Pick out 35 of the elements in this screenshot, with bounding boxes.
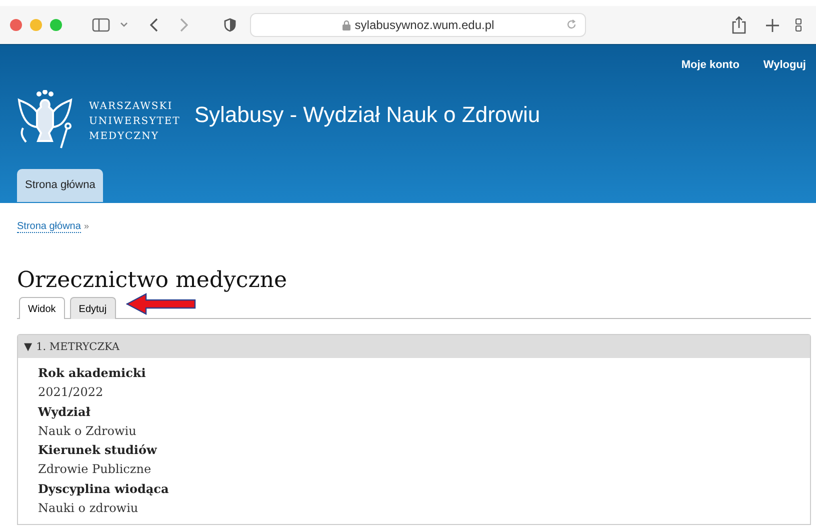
tab-overview-icon[interactable] [795, 18, 803, 32]
user-menu-link[interactable]: Wyloguj [763, 59, 806, 75]
field-label: Dyscyplina wiodąca [38, 480, 170, 498]
url-text: sylabusywnoz.wum.edu.pl [354, 18, 494, 32]
field-value: 2021/2022 [38, 384, 104, 402]
share-icon[interactable] [732, 16, 746, 34]
arrow-annotation [126, 293, 196, 315]
field-value: Nauki o zdrowiu [38, 500, 140, 518]
user-menu-link[interactable]: Moje konto [681, 59, 740, 75]
tab[interactable]: Edytuj [70, 297, 116, 319]
field-value: Nauk o Zdrowiu [38, 422, 138, 440]
sidebar-icon[interactable] [92, 18, 110, 32]
site-title: Sylabusy - Wydział Nauk o Zdrowiu [194, 102, 540, 128]
nav-tab[interactable]: Strona główna [17, 169, 104, 202]
chevron-down-icon[interactable] [120, 22, 128, 28]
toggle-icon[interactable]: ▼ [24, 340, 32, 352]
back-icon[interactable] [150, 18, 158, 32]
breadcrumb-link[interactable]: Strona główna [17, 221, 81, 233]
field-value: Zdrowie Publiczne [38, 461, 152, 478]
close-window-button[interactable] [10, 19, 22, 31]
field-label: Rok akademicki [38, 365, 147, 382]
field-label: Kierunek studiów [38, 442, 158, 460]
tab[interactable]: Widok [19, 297, 65, 319]
section-title: 1. METRYCZKA [36, 340, 120, 352]
new-tab-icon[interactable] [766, 18, 779, 32]
logo-text: UNIWERSYTET [89, 114, 180, 128]
section-header[interactable]: ▼ 1. METRYCZKA [18, 335, 810, 358]
field-label: Wydział [38, 404, 92, 421]
logo-text: MEDYCZNY [89, 130, 160, 144]
shield-icon[interactable] [224, 18, 236, 32]
lock-icon [342, 20, 351, 30]
address-bar[interactable]: sylabusywnoz.wum.edu.pl [250, 13, 586, 37]
page-title: Orzecznictwo medyczne [17, 267, 288, 295]
logo-text: WARSZAWSKI [89, 100, 174, 114]
breadcrumb-separator: » [84, 221, 89, 231]
